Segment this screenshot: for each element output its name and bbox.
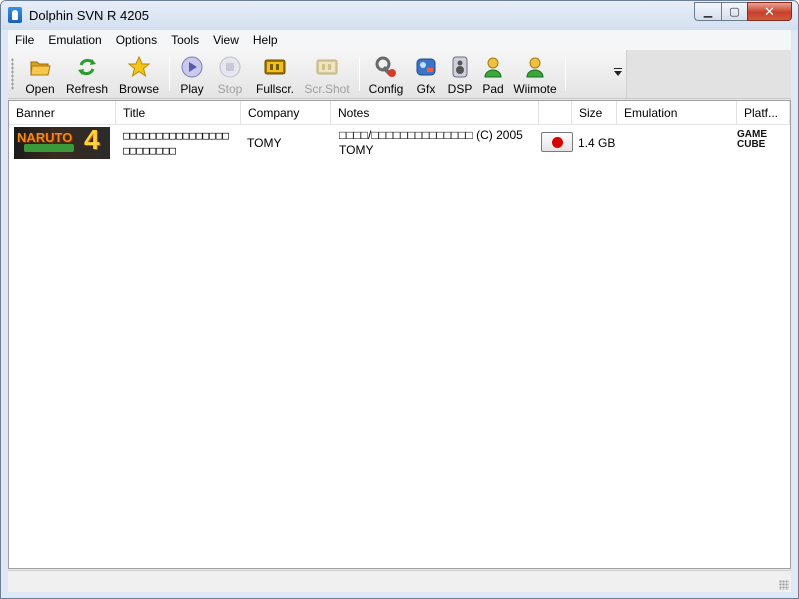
dolphin-app-icon [8, 7, 22, 23]
menu-file[interactable]: File [8, 30, 41, 50]
column-header-company[interactable]: Company [241, 101, 331, 125]
star-icon [128, 56, 150, 78]
list-header: Banner Title Company Notes Size Emulatio… [9, 101, 790, 125]
toolbar-overflow-icon[interactable] [614, 68, 622, 76]
toolbar-separator [169, 57, 170, 91]
toolbar-separator [359, 57, 360, 91]
window-controls: ▁ ▢ ✕ [694, 2, 792, 21]
play-label: Play [180, 82, 204, 96]
menu-view[interactable]: View [206, 30, 246, 50]
dsp-label: DSP [447, 82, 473, 96]
graphics-icon [416, 58, 436, 76]
folder-icon [30, 61, 51, 76]
banner-logo-text: NARUTO [17, 130, 73, 145]
speaker-icon [452, 56, 468, 78]
game-notes: □□□□/□□□□□□□□□□□□□□ (C) 2005 TOMY [339, 128, 523, 157]
column-header-emulation[interactable]: Emulation [617, 101, 737, 125]
browse-label: Browse [118, 82, 159, 96]
wiimote-button[interactable]: Wiimote [512, 54, 558, 96]
fullscreen-label: Fullscr. [255, 82, 294, 96]
game-list[interactable]: Banner Title Company Notes Size Emulatio… [8, 100, 791, 569]
game-size: 1.4 GB [578, 136, 616, 150]
screenshot-button[interactable]: Scr.Shot [302, 54, 352, 96]
stop-label: Stop [217, 82, 243, 96]
pad-user-icon [484, 57, 502, 78]
game-title: □□□□□□□□□□□□□□□□ □□□□□□□□ [123, 129, 229, 157]
column-header-banner[interactable]: Banner [9, 101, 116, 125]
wiimote-user-icon [526, 57, 544, 78]
stop-icon [219, 56, 241, 78]
open-button[interactable]: Open [22, 54, 58, 96]
column-header-region[interactable] [539, 101, 572, 125]
play-button[interactable]: Play [176, 54, 208, 96]
fullscreen-button[interactable]: Fullscr. [252, 54, 298, 96]
status-bar [8, 570, 791, 592]
toolbar-gripper[interactable] [11, 58, 14, 90]
screenshot-icon [316, 59, 338, 75]
maximize-button[interactable]: ▢ [721, 2, 747, 21]
play-icon [181, 56, 203, 78]
column-header-title[interactable]: Title [116, 101, 241, 125]
toolbar: Open Refresh Browse Play Stop Fullscr. S… [8, 50, 791, 99]
toolbar-separator [565, 57, 566, 91]
refresh-icon [78, 58, 96, 76]
menu-tools[interactable]: Tools [164, 30, 206, 50]
resize-grip[interactable] [779, 580, 789, 590]
config-label: Config [368, 82, 404, 96]
menu-options[interactable]: Options [109, 30, 164, 50]
main-window: Dolphin SVN R 4205 ▁ ▢ ✕ File Emulation … [0, 0, 799, 599]
toolbar-empty-area [626, 50, 791, 98]
column-header-platform[interactable]: Platf... [737, 101, 790, 125]
stop-button[interactable]: Stop [214, 54, 246, 96]
fullscreen-icon [264, 59, 286, 75]
pad-label: Pad [482, 82, 504, 96]
window-title: Dolphin SVN R 4205 [29, 8, 149, 23]
gamecube-platform-logo: GAME CUBE [737, 129, 767, 150]
gfx-label: Gfx [416, 82, 436, 96]
screenshot-label: Scr.Shot [304, 82, 350, 96]
config-button[interactable]: Config [366, 54, 406, 96]
column-header-notes[interactable]: Notes [331, 101, 539, 125]
menu-bar: File Emulation Options Tools View Help [8, 30, 791, 50]
browse-button[interactable]: Browse [116, 54, 162, 96]
minimize-button[interactable]: ▁ [694, 2, 721, 21]
banner-logo-number: 4 [84, 127, 100, 155]
column-header-size[interactable]: Size [572, 101, 617, 125]
game-company: TOMY [247, 136, 282, 150]
menu-emulation[interactable]: Emulation [41, 30, 108, 50]
menu-help[interactable]: Help [246, 30, 285, 50]
game-banner: NARUTO 4 [14, 127, 110, 159]
pad-button[interactable]: Pad [478, 54, 508, 96]
gfx-button[interactable]: Gfx [410, 54, 442, 96]
wrench-icon [375, 56, 396, 77]
dsp-button[interactable]: DSP [444, 54, 476, 96]
refresh-label: Refresh [65, 82, 109, 96]
refresh-button[interactable]: Refresh [64, 54, 110, 96]
table-row[interactable]: NARUTO 4 □□□□□□□□□□□□□□□□ □□□□□□□□ TOMY … [9, 125, 790, 161]
banner-graphic [24, 144, 74, 152]
close-button[interactable]: ✕ [747, 2, 792, 21]
japan-flag-icon [541, 132, 573, 152]
open-label: Open [25, 82, 55, 96]
wiimote-label: Wiimote [513, 82, 557, 96]
title-bar[interactable]: Dolphin SVN R 4205 ▁ ▢ ✕ [1, 1, 798, 30]
